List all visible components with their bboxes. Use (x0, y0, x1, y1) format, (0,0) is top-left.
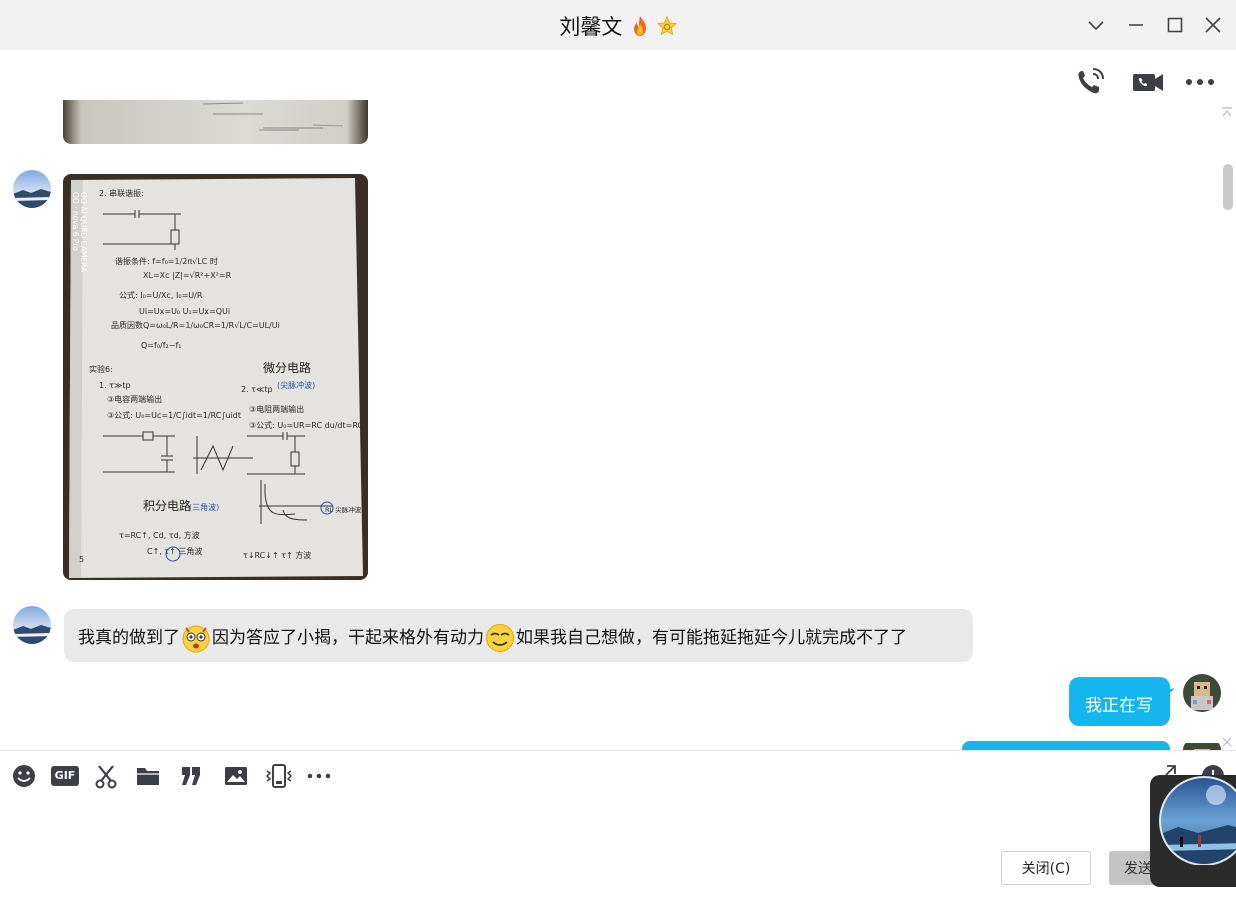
note-title: 积分电路 (143, 498, 191, 513)
minimize-icon[interactable] (1124, 13, 1148, 37)
contact-avatar[interactable] (13, 170, 51, 208)
message-list[interactable]: OO · novа 6 Pro OO AI QUAD CAMERA 2. 串联谐… (0, 100, 1236, 750)
note-line: ③公式: U₀=UR=RC du/dt=RC dui/dt (249, 420, 368, 430)
watermark-line-2: OO AI QUAD CAMERA (79, 192, 88, 273)
message-bubble[interactable]: 我真的做到了 因为答应了小揭，干起来格外有动力 如果我自己想做，有可能拖延拖延今… (64, 609, 973, 662)
message-bubble-outgoing[interactable] (962, 741, 1170, 750)
folder-icon[interactable] (135, 763, 161, 789)
my-avatar-image (1183, 743, 1221, 750)
message-text: 因为答应了小揭，干起来格外有动力 (212, 628, 484, 648)
gif-label: GIF (51, 766, 79, 786)
more-icon[interactable] (1182, 66, 1218, 98)
contact-avatar-image (13, 170, 51, 208)
contact-avatar[interactable] (13, 606, 51, 644)
floating-widget[interactable] (1150, 775, 1236, 887)
watermark-line-1: OO · novа 6 Pro (71, 192, 80, 251)
note-line: Ui=Ux=U₀ U₁=Ux=QUi (139, 307, 230, 316)
note-annotation: (三角波) (189, 502, 219, 512)
partial-notebook-image (202, 102, 344, 131)
note-line: 品质因数Q=ω₀L/R=1/ω₀CR=1/R√L/C=UL/Ui (111, 320, 280, 330)
collapse-top-icon[interactable] (1220, 106, 1234, 118)
message-text: 如果我自己想做，有可能拖延拖延今儿就完成不了了 (516, 628, 907, 648)
title-bar: 刘馨文 (0, 0, 1236, 50)
star-badge-icon (656, 15, 677, 36)
scissors-icon[interactable] (93, 763, 119, 789)
chat-window: 刘馨文 OO · novа 6 Pro OO AI QUAD CAMERA 2.… (0, 0, 1236, 902)
smile-icon[interactable] (11, 763, 37, 789)
close-button[interactable]: 关闭(C) (1001, 851, 1091, 885)
title-group: 刘馨文 (0, 11, 1236, 39)
floating-avatar-image (1159, 776, 1236, 865)
my-avatar-image (1183, 674, 1221, 712)
phone-call-icon[interactable] (1074, 66, 1110, 98)
note-line: 1. τ≫tp (99, 381, 131, 390)
my-avatar[interactable] (1183, 739, 1221, 750)
message-text: 我正在写 (1085, 696, 1153, 716)
my-avatar[interactable] (1183, 674, 1221, 712)
smirk-emoji (486, 624, 514, 652)
note-line: ③电阻两端输出 (249, 404, 304, 414)
note-line: τ=RC↑, Cd, τd, 方波 (119, 530, 200, 540)
note-line: XL=Xc |Z|=√R²+X²=R (143, 271, 232, 280)
note-line: τ↓RC↓↑ τ↑ 方波 (243, 550, 311, 560)
contact-name: 刘馨文 (559, 15, 623, 39)
note-line: 实验6: (89, 364, 113, 374)
note-heading: 2. 串联谐振: (99, 188, 144, 198)
more-icon[interactable] (306, 763, 332, 789)
excited-emoji (182, 625, 210, 653)
close-icon[interactable] (1201, 13, 1225, 37)
note-title: 微分电路 (263, 360, 311, 375)
note-line: 2. τ≪tp (241, 385, 273, 394)
notebook-page-image: OO · novа 6 Pro OO AI QUAD CAMERA 2. 串联谐… (69, 178, 368, 578)
note-annotation: (尖脉冲波) (277, 380, 315, 390)
note-line: 5 (79, 555, 84, 564)
note-line: ③电容两端输出 (107, 394, 162, 404)
close-tip-icon[interactable] (1220, 736, 1234, 748)
video-call-icon[interactable] (1130, 66, 1166, 98)
message-image[interactable] (63, 100, 368, 144)
picture-icon[interactable] (223, 763, 249, 789)
chevron-down-icon[interactable] (1084, 13, 1108, 37)
maximize-icon[interactable] (1163, 13, 1187, 37)
message-bubble-outgoing[interactable]: 我正在写 (1069, 677, 1170, 726)
flame-icon (633, 16, 646, 36)
message-image[interactable]: OO · novа 6 Pro OO AI QUAD CAMERA 2. 串联谐… (63, 174, 368, 580)
contact-avatar-image (13, 606, 51, 644)
note-line: ③公式: U₀=Uc=1/C∫idt=1/RC∫uidt (107, 410, 241, 420)
shake-icon[interactable] (264, 763, 294, 789)
scrollbar-thumb[interactable] (1223, 164, 1233, 210)
composer-divider (0, 750, 1236, 751)
message-input[interactable] (0, 796, 1140, 846)
gif-icon[interactable]: GIF (51, 763, 79, 789)
note-line: Q=f₀/f₂−f₁ (141, 341, 181, 350)
quote-icon[interactable] (178, 763, 204, 789)
note-line: 谐振条件: f=f₀=1/2π√LC 时 (115, 256, 218, 266)
note-line: 公式: I₀=U/Xc, I₀=U/R (119, 290, 203, 300)
bubble-tail (1166, 688, 1175, 697)
message-text: 我真的做到了 (78, 628, 180, 648)
